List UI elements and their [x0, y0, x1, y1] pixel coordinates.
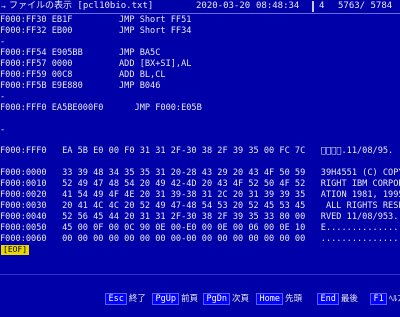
text-line: F000:0000 33 39 48 34 35 35 31 20-28 43 …	[0, 168, 400, 178]
home-button[interactable]: Home 先頭	[236, 281, 302, 305]
date-display: 2020-03-20	[196, 1, 251, 11]
help-button[interactable]: F1ﾍﾙﾌﾟ	[350, 281, 400, 305]
eof-marker: [EOF]	[1, 245, 30, 255]
text-line: F000:FF5B E9E880 JMP B046	[0, 81, 161, 91]
key-cap: PgUp	[152, 293, 179, 305]
title-bar: → ファイルの表示 [pcl10bio.txt] 2020-03-20 08:4…	[0, 0, 400, 14]
key-cap: Esc	[105, 293, 127, 305]
key-cap: PgDn	[203, 293, 230, 305]
text-line: -	[0, 125, 6, 135]
text-line: F000:0050 45 00 0F 00 0C 90 0E 00-E0 00 …	[0, 223, 400, 233]
text-line: F000:0060 00 00 00 00 00 00 00 00-00 00 …	[0, 234, 400, 244]
key-label: ﾍﾙﾌﾟ	[388, 294, 400, 304]
text-line: F000:0040 52 56 45 44 20 31 31 2F-30 38 …	[0, 212, 400, 222]
function-key-bar: Esc終了 PgUp前頁 PgDn次頁 Home先頭 End最後 F1ﾍﾙﾌﾟ	[0, 274, 400, 305]
text-line: F000:FF30 EB1F JMP Short FF51	[0, 15, 192, 25]
text-line: F000:0030 20 41 4C 4C 20 52 49 47-48 54 …	[0, 201, 400, 211]
arrow-icon: →	[1, 2, 6, 11]
text-line: -	[0, 92, 6, 102]
key-cap: End	[317, 293, 339, 305]
text-line: F000:FFF0 EA5BE000F0 JMP F000:E05B	[0, 103, 202, 113]
key-cap: Home	[256, 293, 283, 305]
text-line: -	[0, 37, 6, 47]
separator-bar	[312, 1, 314, 12]
window-title: ファイルの表示 [pcl10bio.txt]	[9, 1, 154, 11]
text-line: F000:FF32 EB00 JMP Short FF34	[0, 26, 192, 36]
text-line: F000:0020 41 54 49 4F 4E 20 31 39-38 31 …	[0, 190, 400, 200]
text-line: F000:FF57 0000 ADD [BX+SI],AL	[0, 59, 192, 69]
text-line: F000:FF54 E905BB JMP BA5C	[0, 48, 161, 58]
line-position: 5763/ 5784	[338, 1, 393, 11]
text-line: F000:FF59 00C8 ADD BL,CL	[0, 70, 166, 80]
key-cap: F1	[370, 293, 387, 305]
text-line: F000:0010 52 49 47 48 54 20 49 42-4D 20 …	[0, 179, 400, 189]
end-button[interactable]: End 最後	[297, 281, 358, 305]
time-display: 08:48:34	[256, 1, 300, 11]
text-line: F000:FFF0 EA 5B E0 00 F0 31 31 2F-30 38 …	[0, 146, 394, 156]
page-number: 4	[319, 1, 325, 11]
